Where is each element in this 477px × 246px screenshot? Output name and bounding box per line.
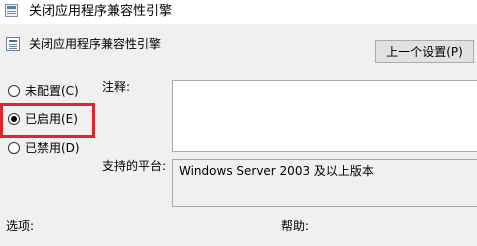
comment-label: 注释: [102, 80, 131, 94]
policy-window-icon [5, 4, 18, 17]
highlight-annotation-box [0, 103, 95, 138]
policy-heading: 关闭应用程序兼容性引擎 [29, 37, 162, 51]
radio-circle[interactable] [8, 142, 20, 154]
options-label: 选项: [6, 219, 35, 233]
comment-textarea[interactable] [172, 80, 477, 152]
title-bar: 关闭应用程序兼容性引擎 [0, 0, 477, 24]
radio-not-configured-label: 未配置(C) [25, 84, 79, 98]
radio-circle[interactable] [8, 85, 20, 97]
help-label: 帮助: [281, 219, 310, 233]
window-title: 关闭应用程序兼容性引擎 [29, 4, 173, 19]
supported-platform-label: 支持的平台: [102, 159, 167, 173]
radio-not-configured[interactable]: 未配置(C) [8, 83, 79, 99]
previous-setting-button[interactable]: 上一个设置(P) [375, 40, 474, 63]
radio-disabled-label: 已禁用(D) [25, 141, 80, 155]
supported-platform-value: Windows Server 2003 及以上版本 [179, 164, 374, 178]
supported-platform-box: Windows Server 2003 及以上版本 [172, 159, 477, 207]
policy-setting-icon [6, 37, 20, 51]
radio-disabled[interactable]: 已禁用(D) [8, 140, 80, 156]
